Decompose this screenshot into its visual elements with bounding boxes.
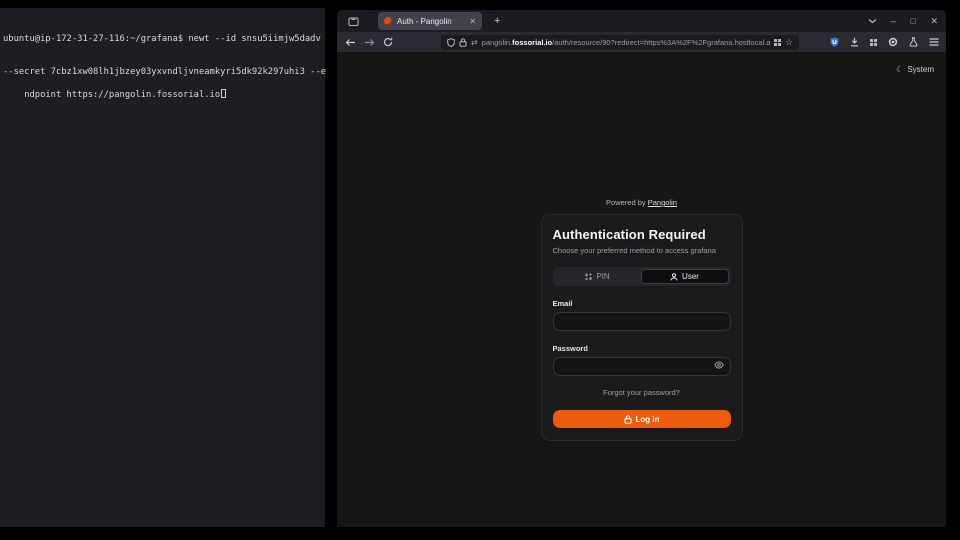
downloads-icon[interactable]: [850, 37, 859, 47]
minimize-button[interactable]: –: [891, 16, 896, 26]
login-button[interactable]: Log in: [553, 410, 731, 428]
terminal-line: ndpoint https://pangolin.fossorial.io: [24, 90, 220, 100]
url-text: pangolin.fossorial.io/auth/resource/90?r…: [482, 38, 770, 47]
email-label: Email: [553, 299, 731, 308]
terminal-window[interactable]: ubuntu@ip-172-31-27-116:~/grafana$ newt …: [0, 8, 325, 527]
tracking-shield-icon[interactable]: [447, 38, 455, 47]
terminal-line: ubuntu@ip-172-31-27-116:~/grafana$ newt …: [3, 34, 322, 45]
browser-window: Auth - Pangolin ✕ + – ▢ ✕: [337, 10, 946, 527]
auth-card: Authentication Required Choose your pref…: [541, 214, 743, 441]
terminal-line: --secret 7cbz1xw08lh1jbzey03yxvndljvneam…: [3, 67, 322, 78]
extensions-icon[interactable]: [870, 39, 877, 46]
password-label: Password: [553, 344, 731, 353]
login-lock-icon: [624, 415, 632, 424]
list-tabs-chevron-icon[interactable]: [868, 18, 877, 24]
page-content: ☾ System Powered by Pangolin Authenticat…: [337, 52, 946, 527]
tab-pin-label: PIN: [596, 272, 609, 281]
powered-by-line: Powered by Pangolin: [606, 198, 677, 207]
pangolin-link[interactable]: Pangolin: [648, 198, 677, 207]
adblock-circle-icon[interactable]: [888, 37, 898, 47]
back-icon[interactable]: [344, 38, 356, 47]
theme-label: System: [907, 65, 934, 74]
tab-user-label: User: [682, 272, 699, 281]
browser-tab-auth-pangolin[interactable]: Auth - Pangolin ✕: [378, 12, 482, 30]
browser-tab-bar: Auth - Pangolin ✕ + – ▢ ✕: [337, 10, 946, 32]
tab-close-icon[interactable]: ✕: [469, 17, 476, 26]
maximize-button[interactable]: ▢: [910, 17, 917, 25]
containers-grid-icon[interactable]: [774, 39, 781, 46]
theme-moon-icon: ☾: [896, 65, 903, 74]
redirect-arrows-icon[interactable]: ⇄: [471, 38, 478, 47]
email-field[interactable]: [553, 312, 731, 331]
browser-toolbar: ⇄ pangolin.fossorial.io/auth/resource/90…: [337, 32, 946, 52]
password-field[interactable]: [553, 357, 731, 376]
card-title: Authentication Required: [553, 227, 731, 242]
pangolin-favicon: [384, 17, 392, 25]
card-subtitle: Choose your preferred method to access g…: [553, 246, 731, 255]
lock-icon[interactable]: [459, 38, 467, 47]
close-button[interactable]: ✕: [930, 16, 938, 27]
eye-icon[interactable]: [714, 361, 724, 369]
tab-pin[interactable]: PIN: [555, 269, 641, 284]
user-icon: [670, 273, 678, 281]
new-tab-button[interactable]: +: [494, 15, 500, 27]
reload-icon[interactable]: [382, 37, 394, 47]
password-manager-extension-icon[interactable]: [830, 37, 839, 47]
tab-user[interactable]: User: [641, 269, 729, 284]
desktop: ubuntu@ip-172-31-27-116:~/grafana$ newt …: [0, 0, 960, 540]
theme-toggle[interactable]: ☾ System: [896, 65, 934, 74]
bookmark-star-icon[interactable]: ☆: [785, 38, 793, 47]
terminal-cursor: [221, 89, 226, 98]
login-label: Log in: [636, 415, 660, 424]
tab-title: Auth - Pangolin: [397, 17, 464, 26]
menu-icon[interactable]: [929, 38, 939, 46]
pin-keypad-icon: [585, 273, 592, 281]
firefox-view-icon[interactable]: [345, 13, 361, 29]
forward-icon[interactable]: [363, 38, 375, 47]
forgot-password-link[interactable]: Forgot your password?: [553, 388, 731, 397]
auth-method-tabs: PIN User: [553, 267, 731, 286]
toolbar-extensions-cluster: [830, 37, 939, 47]
url-bar[interactable]: ⇄ pangolin.fossorial.io/auth/resource/90…: [441, 35, 799, 50]
labs-flask-icon[interactable]: [909, 37, 918, 47]
